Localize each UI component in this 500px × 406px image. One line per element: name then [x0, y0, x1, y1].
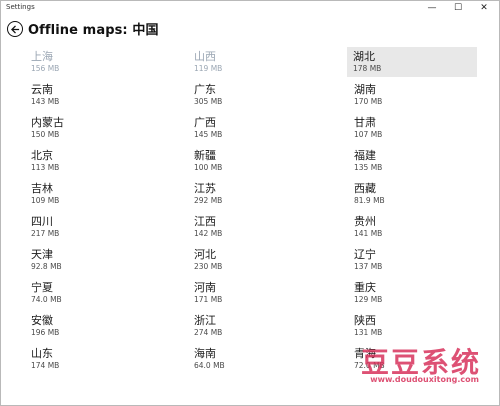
- region-size: 217 MB: [31, 229, 60, 238]
- region-size: 119 MB: [194, 64, 223, 73]
- region-item[interactable]: 河北 230 MB: [188, 245, 318, 275]
- region-size: 150 MB: [31, 130, 60, 139]
- back-arrow-icon: [10, 24, 19, 34]
- region-item[interactable]: 安徽 196 MB: [25, 311, 155, 341]
- region-size: 107 MB: [354, 130, 383, 139]
- region-name: 西藏: [354, 182, 376, 195]
- region-item[interactable]: 西藏 81.9 MB: [348, 179, 478, 209]
- minimize-button[interactable]: —: [419, 1, 445, 15]
- region-size: 100 MB: [194, 163, 223, 172]
- region-name: 北京: [31, 149, 53, 162]
- region-size: 230 MB: [194, 262, 223, 271]
- region-size: 170 MB: [354, 97, 383, 106]
- region-size: 305 MB: [194, 97, 223, 106]
- region-name: 湖北: [353, 50, 375, 63]
- region-item[interactable]: 陕西 131 MB: [348, 311, 478, 341]
- region-item[interactable]: 甘肃 107 MB: [348, 113, 478, 143]
- region-name: 福建: [354, 149, 376, 162]
- region-size: 64.0 MB: [194, 361, 225, 370]
- region-name: 贵州: [354, 215, 376, 228]
- region-name: 重庆: [354, 281, 376, 294]
- region-item[interactable]: 上海 156 MB: [25, 47, 155, 77]
- region-item[interactable]: 天津 92.8 MB: [25, 245, 155, 275]
- region-item[interactable]: 河南 171 MB: [188, 278, 318, 308]
- region-size: 178 MB: [353, 64, 382, 73]
- settings-window: Settings — ☐ ✕ Offline maps: 中国 上海 156 MB…: [0, 0, 500, 406]
- close-button[interactable]: ✕: [471, 1, 497, 15]
- region-item[interactable]: 北京 113 MB: [25, 146, 155, 176]
- region-item[interactable]: 湖南 170 MB: [348, 80, 478, 110]
- region-item[interactable]: 新疆 100 MB: [188, 146, 318, 176]
- region-size: 174 MB: [31, 361, 60, 370]
- region-item[interactable]: 山东 174 MB: [25, 344, 155, 374]
- region-name: 山西: [194, 50, 216, 63]
- region-size: 109 MB: [31, 196, 60, 205]
- region-size: 81.9 MB: [354, 196, 385, 205]
- region-size: 274 MB: [194, 328, 223, 337]
- watermark-url: www.doudouxitong.com: [370, 375, 479, 384]
- region-size: 143 MB: [31, 97, 60, 106]
- region-name: 陕西: [354, 314, 376, 327]
- region-name: 天津: [31, 248, 53, 261]
- region-name: 山东: [31, 347, 53, 360]
- region-item[interactable]: 海南 64.0 MB: [188, 344, 318, 374]
- region-size: 145 MB: [194, 130, 223, 139]
- region-item[interactable]: 湖北 178 MB: [347, 47, 477, 77]
- back-button[interactable]: [7, 21, 23, 37]
- region-size: 92.8 MB: [31, 262, 62, 271]
- region-name: 新疆: [194, 149, 216, 162]
- region-name: 内蒙古: [31, 116, 64, 129]
- watermark: 豆豆系统 www.doudouxitong.com: [311, 341, 481, 391]
- region-size: 137 MB: [354, 262, 383, 271]
- region-size: 131 MB: [354, 328, 383, 337]
- region-size: 142 MB: [194, 229, 223, 238]
- region-name: 吉林: [31, 182, 53, 195]
- region-size: 156 MB: [31, 64, 60, 73]
- region-item[interactable]: 内蒙古 150 MB: [25, 113, 155, 143]
- region-item[interactable]: 云南 143 MB: [25, 80, 155, 110]
- region-name: 湖南: [354, 83, 376, 96]
- region-name: 四川: [31, 215, 53, 228]
- region-size: 113 MB: [31, 163, 60, 172]
- region-item[interactable]: 山西 119 MB: [188, 47, 318, 77]
- window-title: Settings: [6, 3, 35, 11]
- region-item[interactable]: 江西 142 MB: [188, 212, 318, 242]
- region-item[interactable]: 四川 217 MB: [25, 212, 155, 242]
- region-name: 甘肃: [354, 116, 376, 129]
- region-name: 河南: [194, 281, 216, 294]
- region-size: 292 MB: [194, 196, 223, 205]
- region-size: 135 MB: [354, 163, 383, 172]
- region-item[interactable]: 辽宁 137 MB: [348, 245, 478, 275]
- region-item[interactable]: 广东 305 MB: [188, 80, 318, 110]
- region-item[interactable]: 重庆 129 MB: [348, 278, 478, 308]
- region-item[interactable]: 贵州 141 MB: [348, 212, 478, 242]
- region-name: 江苏: [194, 182, 216, 195]
- title-bar: Settings — ☐ ✕: [1, 1, 499, 15]
- region-name: 浙江: [194, 314, 216, 327]
- region-size: 196 MB: [31, 328, 60, 337]
- region-item[interactable]: 宁夏 74.0 MB: [25, 278, 155, 308]
- region-size: 129 MB: [354, 295, 383, 304]
- region-size: 74.0 MB: [31, 295, 62, 304]
- region-name: 江西: [194, 215, 216, 228]
- region-size: 141 MB: [354, 229, 383, 238]
- region-name: 云南: [31, 83, 53, 96]
- region-name: 上海: [31, 50, 53, 63]
- page-title: Offline maps: 中国: [28, 23, 159, 38]
- page-header: Offline maps: 中国: [1, 16, 499, 44]
- region-item[interactable]: 福建 135 MB: [348, 146, 478, 176]
- region-name: 广东: [194, 83, 216, 96]
- region-item[interactable]: 浙江 274 MB: [188, 311, 318, 341]
- region-name: 宁夏: [31, 281, 53, 294]
- region-name: 河北: [194, 248, 216, 261]
- region-name: 辽宁: [354, 248, 376, 261]
- region-name: 广西: [194, 116, 216, 129]
- region-size: 171 MB: [194, 295, 223, 304]
- region-item[interactable]: 江苏 292 MB: [188, 179, 318, 209]
- region-name: 海南: [194, 347, 216, 360]
- region-item[interactable]: 吉林 109 MB: [25, 179, 155, 209]
- region-name: 安徽: [31, 314, 53, 327]
- maximize-button[interactable]: ☐: [445, 1, 471, 15]
- region-item[interactable]: 广西 145 MB: [188, 113, 318, 143]
